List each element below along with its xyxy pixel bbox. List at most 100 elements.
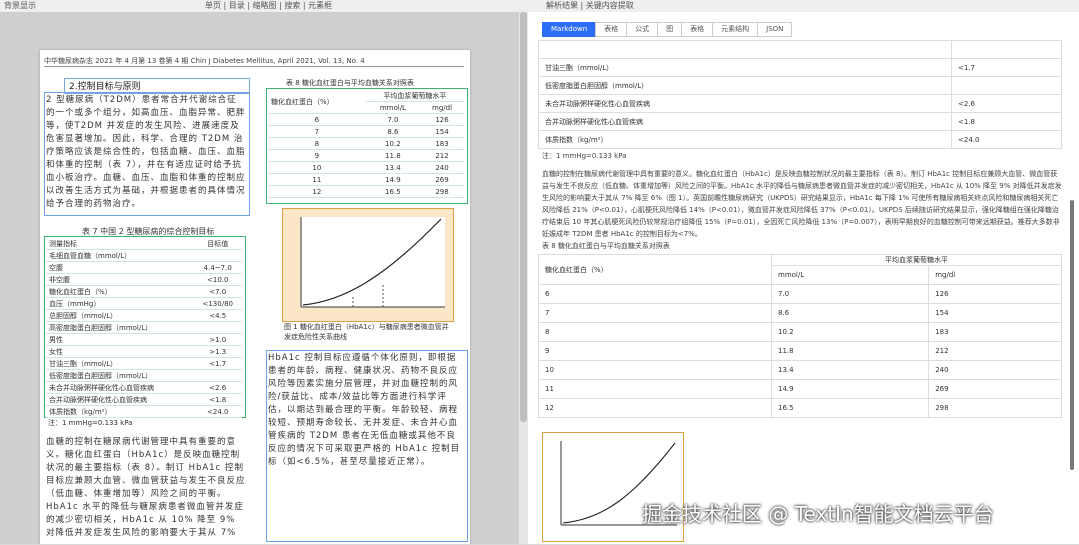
pdf-scroll-thumb[interactable]: [520, 12, 527, 422]
figure-plot: [300, 217, 445, 308]
tab-图[interactable]: 图: [657, 22, 683, 37]
result-row: 低密度脂蛋白胆固醇（mmol/L）: [538, 76, 1062, 95]
header-cell: 糖化血红蛋白（%）: [268, 90, 366, 114]
tab-表格[interactable]: 表格: [595, 22, 628, 37]
cell-value: 14.9: [365, 173, 421, 186]
cell-value: <24.0: [193, 405, 242, 418]
cell-value: [193, 369, 242, 382]
result-row: 未合并动脉粥样硬化性心血管疾病 <2.6: [538, 94, 1062, 113]
tab-元素结构[interactable]: 元素结构: [712, 22, 759, 37]
cell-label: 非空腹: [46, 273, 194, 286]
cell-label: 9: [268, 149, 366, 162]
cell-label: 9: [538, 341, 772, 361]
header-cell: 目标值: [193, 238, 242, 250]
table-row: 低密度脂蛋白胆固醇（mmol/L）: [46, 369, 242, 382]
pdf-scrollbar[interactable]: [519, 12, 528, 544]
cell-label: 8: [538, 322, 772, 342]
header-cell: mmol/L: [365, 101, 421, 114]
result-row: 11 14.9 269: [538, 379, 1062, 399]
cell-label: 12: [268, 185, 366, 198]
cell-value: 298: [420, 185, 464, 198]
header-cell: 测量指标: [46, 238, 194, 250]
cell-value: 10.2: [365, 137, 421, 150]
cell-label: 未合并动脉粥样硬化性心血管疾病: [538, 94, 952, 113]
cell-label: 甘油三酯（mmol/L）: [46, 357, 194, 370]
cell-value: 7.0: [365, 113, 421, 126]
table-row: 体质指数（kg/m²） <24.0: [46, 405, 242, 418]
watermark: 掘金技术社区 @ TextIn智能文档云平台: [642, 502, 994, 526]
table-row: 空腹 4.4~7.0: [46, 261, 242, 274]
result-row: 7 8.6 154: [538, 303, 1062, 323]
result-note: 注：1 mmHg=0.133 kPa: [542, 152, 627, 160]
table-row: 8 10.2 183: [268, 137, 464, 150]
result-row: 甘油三酯（mmol/L） <1.7: [538, 58, 1062, 77]
cell-label: 甘油三酯（mmol/L）: [538, 58, 952, 77]
parse-result-panel: Markdown 表格 公式图表格 元素结构 JSON 甘油三酯（mmol/L） <1.7…: [528, 12, 1079, 544]
cell-value: 183: [420, 137, 464, 150]
view-mode-tabs[interactable]: 单页 | 目录 | 缩略图 | 搜索 | 元素框: [205, 0, 332, 11]
cell-label: 男性: [46, 333, 194, 346]
cell-value: [951, 40, 1062, 59]
table-row: 毛细血管血糖（mmol/L）: [46, 249, 242, 262]
cell-value: 212: [420, 149, 464, 162]
background-toggle[interactable]: 背景显示: [4, 0, 36, 11]
tab-json[interactable]: JSON: [757, 22, 793, 37]
table-row: 10 13.4 240: [268, 161, 464, 174]
cell-label: 糖化血红蛋白（%）: [46, 285, 194, 298]
cell-value: [193, 321, 242, 334]
cell-value: <24.0: [951, 130, 1062, 149]
cell-label: 女性: [46, 345, 194, 358]
table-row: 12 16.5 298: [268, 185, 464, 198]
plot-area: [301, 217, 445, 307]
cell-value: <130/80: [193, 297, 242, 310]
cell-label: 未合并动脉粥样硬化性心血管疾病: [46, 381, 194, 394]
cell-label: 10: [538, 360, 772, 380]
cell-value: <2.6: [951, 94, 1062, 113]
cell-value: 269: [928, 379, 1062, 399]
cell-value: 240: [420, 161, 464, 174]
cell-label: 血压（mmHg）: [46, 297, 194, 310]
cell-label: 空腹: [46, 261, 194, 274]
table-header-row: 糖化血红蛋白（%） 平均血浆葡萄糖水平: [538, 254, 1062, 285]
cell-value: 212: [928, 341, 1062, 361]
cell-value: 126: [420, 113, 464, 126]
table-row: 9 11.8 212: [268, 149, 464, 162]
table-row: 合并动脉粥样硬化性心血管疾病 <1.8: [46, 393, 242, 406]
result-row: 体质指数（kg/m²） <24.0: [538, 130, 1062, 149]
result-scroll-thumb[interactable]: [1070, 200, 1074, 470]
cell-value: 154: [420, 125, 464, 138]
table7-note: 注：1 mmHg=0.133 kPa: [48, 419, 133, 427]
cell-label: 11: [538, 379, 772, 399]
cell-label: 体质指数（kg/m²）: [46, 405, 194, 418]
tab-markdown[interactable]: Markdown: [542, 22, 597, 37]
cell-value: [951, 76, 1062, 95]
cell-value: 11.8: [770, 341, 930, 361]
paragraph-2: 血糖的控制在糖尿病代谢管理中具有重要的意义。糖化血红蛋白（HbA1c）是反映血糖…: [46, 437, 246, 536]
cell-value: 240: [928, 360, 1062, 380]
cell-label: [538, 40, 952, 59]
table-header-row: 测量指标 目标值: [46, 238, 242, 250]
figure-hba1c-curve[interactable]: [282, 208, 454, 322]
figure-caption: 图 1 糖化血红蛋白（HbA1c）与糖尿病患者微血管并发症危险性关系曲线: [284, 323, 449, 341]
tab-公式[interactable]: 公式: [626, 22, 659, 37]
cell-value: 183: [928, 322, 1062, 342]
running-head: 中华糖尿病杂志 2021 年 4 月第 13 卷第 4 期 Chin J Dia…: [44, 56, 464, 67]
cell-label: 10: [268, 161, 366, 174]
cell-label: 低密度脂蛋白胆固醇（mmol/L）: [46, 369, 194, 382]
table-row: 高密度脂蛋白胆固醇（mmol/L）: [46, 321, 242, 334]
table-row: 未合并动脉粥样硬化性心血管疾病 <2.6: [46, 381, 242, 394]
result-scrollbar[interactable]: [1068, 40, 1076, 544]
table-row: 7 8.6 154: [268, 125, 464, 138]
cell-value: 14.9: [770, 379, 930, 399]
header-cell: 平均血浆葡萄糖水平: [365, 90, 464, 102]
cell-value: <1.8: [193, 393, 242, 406]
cell-label: 6: [538, 284, 772, 304]
cell-value: 298: [928, 398, 1062, 418]
header-cell: 糖化血红蛋白（%）: [538, 254, 772, 285]
result-mode-tabs[interactable]: 解析结果 | 关键内容提取: [546, 0, 634, 11]
result-row: 8 10.2 183: [538, 322, 1062, 342]
table8-title: 表 8 糖化血红蛋白与平均血糖关系对照表: [286, 79, 414, 87]
cell-value: >1.0: [193, 333, 242, 346]
tab-表格[interactable]: 表格: [681, 22, 714, 37]
table-row: 糖化血红蛋白（%） <7.0: [46, 285, 242, 298]
